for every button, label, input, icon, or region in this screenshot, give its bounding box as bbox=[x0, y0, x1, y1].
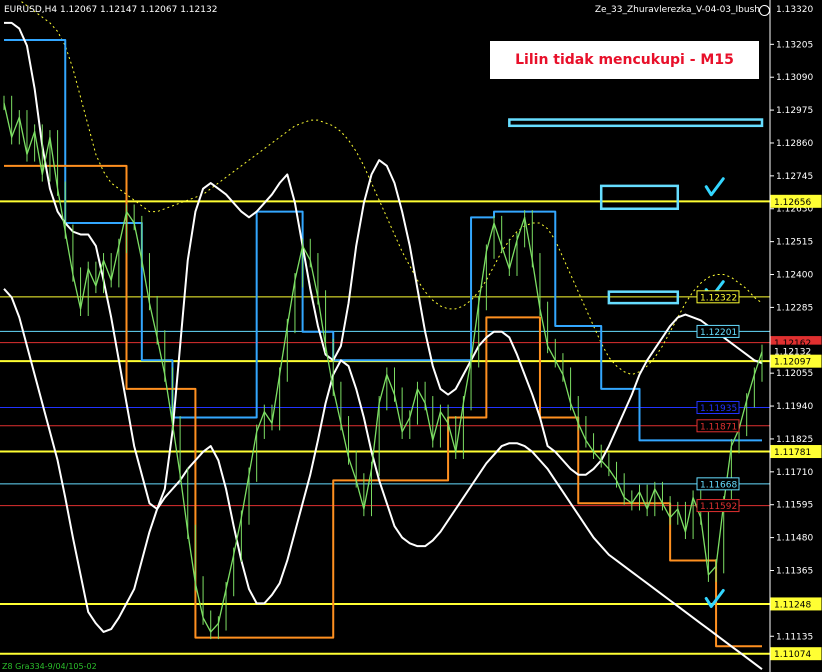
checkmark-icon bbox=[704, 177, 725, 197]
price-tag-label: 1.12656 bbox=[774, 198, 811, 208]
series-step-upper bbox=[4, 39, 762, 442]
y-tick-label: 1.11595 bbox=[776, 501, 813, 511]
y-tick-label: 1.11940 bbox=[776, 402, 813, 412]
series-envelope-upper bbox=[4, 21, 763, 511]
y-tick-label: 1.12975 bbox=[776, 106, 813, 116]
price-tag-label: 1.12201 bbox=[700, 328, 737, 338]
y-tick-label: 1.11365 bbox=[776, 566, 813, 576]
price-tag-label: 1.11248 bbox=[774, 600, 811, 610]
price-tag-label: 1.11592 bbox=[700, 502, 737, 512]
price-tag-label: 1.11074 bbox=[774, 650, 811, 660]
y-tick-label: 1.12285 bbox=[776, 303, 813, 313]
series-step-lower bbox=[4, 164, 762, 648]
y-tick-label: 1.13090 bbox=[776, 73, 813, 83]
y-tick-label: 1.12515 bbox=[776, 238, 813, 248]
zone-box-2 bbox=[607, 290, 680, 305]
footer-label: Z8 Gra334-9/04/105-02 bbox=[2, 662, 97, 671]
y-tick-label: 1.11710 bbox=[776, 468, 813, 478]
zone-box-0 bbox=[508, 118, 764, 128]
y-tick-label: 1.11480 bbox=[776, 534, 813, 544]
annotation-banner: Lilin tidak mencukupi - M15 bbox=[490, 41, 759, 79]
price-tag-label: 1.11871 bbox=[700, 422, 737, 432]
y-tick-label: 1.12860 bbox=[776, 139, 813, 149]
price-tag-label: 1.11668 bbox=[700, 480, 737, 490]
y-tick-label: 1.11825 bbox=[776, 435, 813, 445]
price-tag-label: 1.11935 bbox=[700, 404, 737, 414]
series-price bbox=[3, 102, 763, 633]
expert-smiley-icon bbox=[759, 5, 770, 16]
price-tag-label: 1.11781 bbox=[774, 448, 811, 458]
y-tick-label: 1.12055 bbox=[776, 369, 813, 379]
symbol-ohlc-header: EURUSD,H4 1.12067 1.12147 1.12067 1.1213… bbox=[4, 5, 218, 15]
price-tag-label: 1.12322 bbox=[700, 293, 737, 303]
price-chart[interactable]: 1.13320 1.13205 1.13090 1.12975 1.12860 1.127… bbox=[0, 0, 822, 672]
indicator-name: Ze_33_Zhuravlerezka_V-04-03_Ibush bbox=[594, 5, 760, 15]
series-envelope-lower bbox=[3, 288, 763, 670]
y-tick-label: 1.12745 bbox=[776, 172, 813, 182]
y-tick-label: 1.12400 bbox=[776, 271, 813, 281]
y-tick-label: 1.11135 bbox=[776, 632, 813, 642]
price-tag-label: 1.12097 bbox=[774, 358, 811, 368]
zone-box-1 bbox=[599, 184, 680, 210]
y-tick-label: 1.13205 bbox=[776, 40, 813, 50]
y-tick-label: 1.13320 bbox=[776, 5, 813, 15]
